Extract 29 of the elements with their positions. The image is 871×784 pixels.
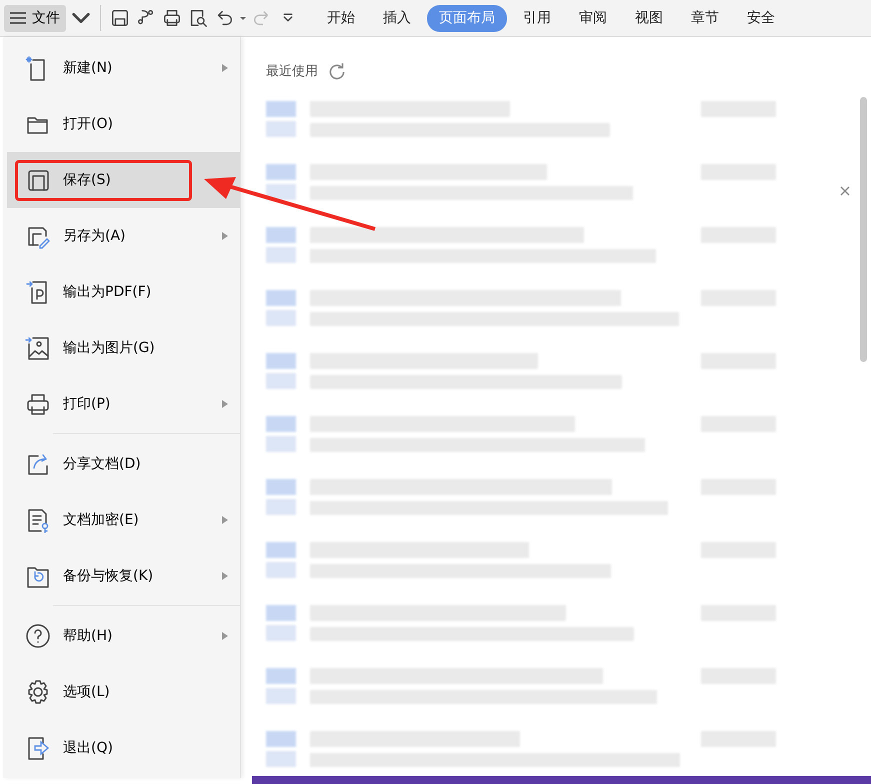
print-icon[interactable] [161,7,183,29]
section-title: 最近使用 [266,63,318,82]
menu-item[interactable]: 输出为图片(G) [3,320,240,376]
scrollbar[interactable] [860,97,867,362]
menu-item[interactable]: 保存(S) [7,152,240,208]
undo-dropdown-icon[interactable] [239,14,247,22]
menu-icon [10,12,26,24]
menu-item[interactable]: 输出为PDF(F) [3,264,240,320]
menu-item[interactable]: 另存为(A) [3,208,240,264]
file-menu-button[interactable]: 文件 [4,4,66,32]
menu-item[interactable]: 文档加密(E) [3,492,240,548]
help-icon [25,623,51,649]
menu-item[interactable]: 打印(P) [3,376,240,432]
ribbon-tab[interactable]: 审阅 [567,4,619,32]
menu-item[interactable]: 新建(N) [3,40,240,96]
menu-item[interactable]: 帮助(H) [3,608,240,664]
ribbon-tab[interactable]: 开始 [315,4,367,32]
menu-item[interactable]: 选项(L) [3,664,240,720]
menu-item[interactable]: 打开(O) [3,96,240,152]
ribbon-tab[interactable]: 插入 [371,4,423,32]
ribbon-tab[interactable]: 视图 [623,4,675,32]
image-file-icon [25,335,51,361]
ribbon-tab[interactable]: 章节 [679,4,731,32]
ribbon-tab[interactable]: 引用 [511,4,563,32]
ribbon-tab[interactable]: 安全 [735,4,787,32]
menu-item[interactable]: 退出(Q) [3,720,240,776]
save-icon[interactable] [109,7,131,29]
menu-item[interactable]: 备份与恢复(K) [3,548,240,604]
menu-item[interactable]: 分享文档(D) [3,436,240,492]
